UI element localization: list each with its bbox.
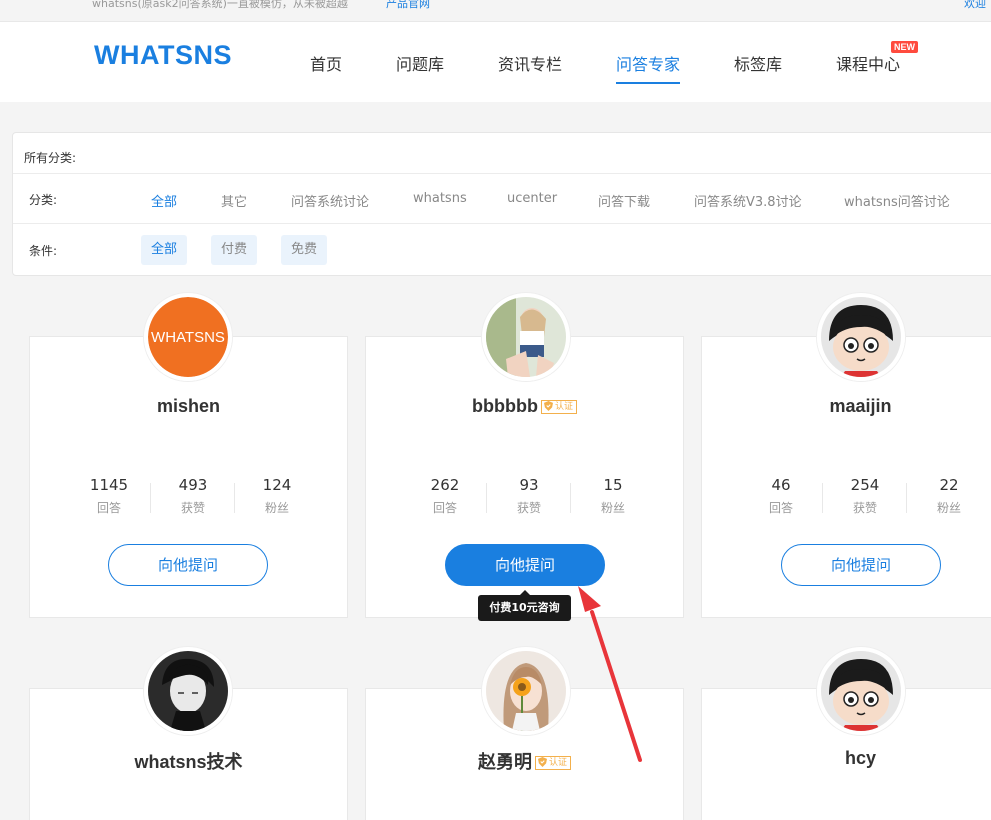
answers-label: 回答 [768,501,793,515]
expert-avatar[interactable] [817,647,905,735]
condition-free[interactable]: 免费 [281,235,327,265]
whatsns-logo-icon: WHATSNS [148,297,228,377]
nav-question-bank[interactable]: 问题库 [396,51,444,75]
category-label: 分类: [29,193,58,207]
expert-name-wrap: bbbbbb 认证 [365,396,684,417]
site-header: WHATSNS 首页 问题库 资讯专栏 问答专家 标签库 课程中心 NEW [0,22,991,102]
stat-answers: 1145 回答 [67,475,151,518]
condition-label: 条件: [29,244,58,258]
answers-count: 46 [771,476,791,494]
stat-likes: 493 获赞 [151,475,235,518]
stat-likes: 254 获赞 [823,475,907,518]
verified-text: 认证 [548,758,567,768]
category-all[interactable]: 全部 [151,191,177,210]
category-other[interactable]: 其它 [221,191,247,210]
fans-label: 粉丝 [936,501,961,515]
expert-avatar[interactable] [817,293,905,381]
fans-label: 粉丝 [264,501,289,515]
category-qa-download[interactable]: 问答下载 [598,191,650,210]
expert-avatar[interactable] [144,647,232,735]
likes-label: 获赞 [516,501,541,515]
likes-count: 93 [519,476,539,494]
answers-label: 回答 [96,501,121,515]
category-qa-discussion[interactable]: 问答系统讨论 [291,191,369,210]
category-v38-discussion[interactable]: 问答系统V3.8讨论 [694,191,802,210]
stat-likes: 93 获赞 [487,475,571,518]
nav-articles[interactable]: 资讯专栏 [498,51,562,75]
category-whatsns-discussion[interactable]: whatsns问答讨论 [844,191,950,210]
verified-shield-icon [537,757,547,767]
ask-button[interactable]: 向他提问 [781,544,941,586]
expert-name[interactable]: 赵勇明 [478,752,532,772]
likes-count: 493 [178,476,208,494]
stat-fans: 22 粉丝 [907,475,991,518]
nav-courses[interactable]: 课程中心 [836,51,900,75]
top-bar: whatsns(原ask2问答系统)一直被模仿，从未被超越 产品官网 欢迎 [0,0,991,22]
top-notice: whatsns(原ask2问答系统)一直被模仿，从未被超越 [92,0,348,10]
nav-home[interactable]: 首页 [310,51,342,75]
expert-avatar[interactable]: WHATSNS [144,293,232,381]
fans-count: 124 [262,476,292,494]
fans-label: 粉丝 [600,501,625,515]
expert-name[interactable]: maaijin [829,396,891,416]
category-row: 分类: 全部 其它 问答系统讨论 whatsns ucenter 问答下载 问答… [13,173,991,223]
likes-label: 获赞 [180,501,205,515]
expert-name[interactable]: whatsns技术 [134,752,242,772]
condition-row: 条件: 全部 付费 免费 [13,223,991,275]
welcome-link[interactable]: 欢迎 [964,0,986,11]
stat-fans: 15 粉丝 [571,475,655,518]
flower-girl-avatar-icon [486,651,566,731]
expert-name[interactable]: bbbbbb [472,396,538,416]
new-badge: NEW [891,41,918,53]
sketch-avatar-icon [148,651,228,731]
product-site-link[interactable]: 产品官网 [386,0,430,11]
site-logo[interactable]: WHATSNS [94,40,232,71]
nav-tags[interactable]: 标签库 [734,51,782,75]
answers-count: 1145 [89,476,129,494]
verified-shield-icon [543,401,553,411]
answers-count: 262 [430,476,460,494]
ask-button[interactable]: 向他提问 [108,544,268,586]
likes-count: 254 [850,476,880,494]
verified-text: 认证 [554,402,573,412]
category-whatsns[interactable]: whatsns [413,191,467,206]
filter-title: 所有分类: [24,151,77,165]
fans-count: 15 [603,476,623,494]
expert-avatar[interactable] [482,293,570,381]
verified-badge: 认证 [540,400,577,414]
nav-experts[interactable]: 问答专家 [616,51,681,84]
expert-name-wrap: maaijin [701,396,991,417]
answers-label: 回答 [432,501,457,515]
expert-name-wrap: mishen [29,396,348,417]
cartoon-avatar-icon [821,651,901,731]
ask-button[interactable]: 向他提问 [445,544,605,586]
paid-consult-tooltip: 付费10元咨询 [478,590,571,621]
expert-name[interactable]: mishen [157,396,220,416]
stat-fans: 124 粉丝 [235,475,319,518]
stat-answers: 46 回答 [739,475,823,518]
fans-count: 22 [939,476,959,494]
cartoon-avatar-icon [821,297,901,377]
filter-panel: 所有分类: 分类: 全部 其它 问答系统讨论 whatsns ucenter 问… [12,132,991,276]
photo-avatar-icon [486,297,566,377]
condition-all[interactable]: 全部 [141,235,187,265]
svg-text:WHATSNS: WHATSNS [151,329,225,346]
expert-name-wrap: 赵勇明 认证 [365,748,684,774]
category-ucenter[interactable]: ucenter [507,191,557,206]
expert-name-wrap: hcy [701,748,991,769]
stat-answers: 262 回答 [403,475,487,518]
likes-label: 获赞 [852,501,877,515]
condition-paid[interactable]: 付费 [211,235,257,265]
expert-name[interactable]: hcy [845,748,876,768]
expert-name-wrap: whatsns技术 [29,748,348,774]
verified-badge: 认证 [534,756,571,770]
expert-avatar[interactable] [482,647,570,735]
